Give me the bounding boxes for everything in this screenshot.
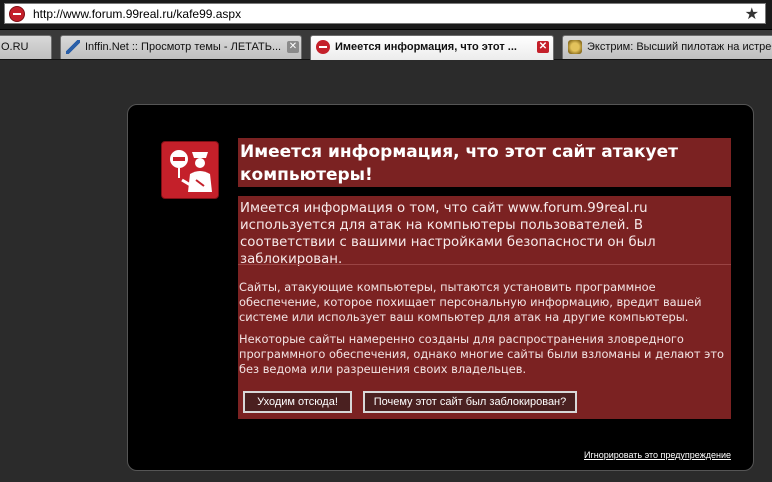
ignore-warning-link[interactable]: Игнорировать это предупреждение (584, 450, 731, 460)
tab-0[interactable]: O.RU (0, 35, 52, 59)
warning-intro: Имеется информация о том, что сайт www.f… (240, 201, 656, 267)
warning-paragraph-2: Некоторые сайты намеренно созданы для ра… (239, 332, 724, 376)
star-icon[interactable]: ★ (745, 4, 759, 23)
tab-label: Экстрим: Высший пилотаж на истреб (587, 41, 772, 53)
police-officer-icon (161, 141, 219, 199)
why-blocked-button[interactable]: Почему этот сайт был заблокирован? (363, 391, 577, 413)
warning-title: Имеется информация, что этот сайт атакуе… (238, 138, 731, 187)
close-icon[interactable]: ✕ (287, 41, 299, 53)
blocked-site-icon (9, 6, 25, 22)
tab-3[interactable]: Экстрим: Высший пилотаж на истреб (562, 35, 772, 59)
leave-button[interactable]: Уходим отсюда! (243, 391, 352, 413)
pen-icon (66, 40, 80, 54)
tab-bar: O.RU Inffin.Net :: Просмотр темы - ЛЕТАТ… (0, 30, 772, 60)
url-field[interactable]: http://www.forum.99real.ru/kafe99.aspx ★ (4, 3, 766, 24)
warning-paragraph-1: Сайты, атакующие компьютеры, пытаются ус… (239, 280, 702, 324)
close-icon[interactable]: ✕ (537, 41, 549, 53)
gold-icon (568, 40, 582, 54)
warning-box: Имеется информация, что этот сайт атакуе… (127, 104, 754, 471)
tab-2[interactable]: Имеется информация, что этот ... ✕ (310, 35, 554, 60)
address-bar: http://www.forum.99real.ru/kafe99.aspx ★ (0, 0, 772, 30)
tab-label: O.RU (1, 41, 29, 53)
tab-label: Inffin.Net :: Просмотр темы - ЛЕТАТЬ... (85, 41, 282, 53)
warning-content: Имеется информация, что этот сайт атакуе… (238, 138, 731, 419)
blocked-site-icon (316, 40, 330, 54)
divider (238, 264, 731, 265)
url-text[interactable]: http://www.forum.99real.ru/kafe99.aspx (33, 7, 241, 21)
tab-label: Имеется информация, что этот ... (335, 41, 517, 53)
tab-1[interactable]: Inffin.Net :: Просмотр темы - ЛЕТАТЬ... … (60, 35, 302, 59)
warning-body: Имеется информация о том, что сайт www.f… (238, 196, 731, 419)
